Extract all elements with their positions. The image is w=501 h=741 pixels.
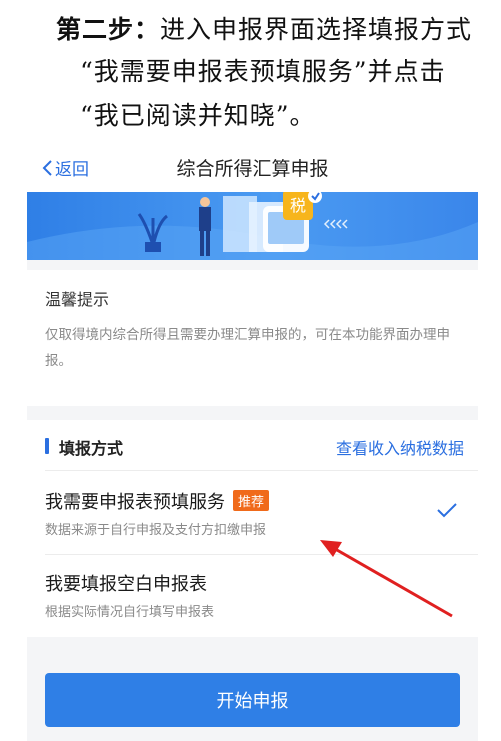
- check-icon: [437, 503, 457, 518]
- section-marker: [45, 438, 49, 454]
- option-subtitle: 数据来源于自行申报及支付方扣缴申报: [45, 523, 267, 538]
- page-title: 综合所得汇算申报: [176, 158, 329, 180]
- option-subtitle: 根据实际情况自行填写申报表: [45, 605, 215, 620]
- section-title: 填报方式: [59, 439, 124, 458]
- option-title: 我要填报空白申报表: [45, 574, 207, 595]
- divider: [45, 470, 478, 471]
- start-declaration-button[interactable]: 开始申报: [45, 673, 460, 727]
- tips-title: 温馨提示: [45, 290, 110, 309]
- app-screen: 返回 综合所得汇算申报 税 温馨提示 仅取得境内综合所得且需要办理汇算申报的，可…: [27, 140, 478, 741]
- recommended-badge: 推荐: [233, 490, 270, 511]
- divider: [45, 554, 478, 555]
- instruction-line-2: “我需要申报表预填服务”并点击: [80, 57, 446, 86]
- view-tax-data-link[interactable]: 查看收入纳税数据: [336, 435, 464, 459]
- option-blank-form[interactable]: 我要填报空白申报表 根据实际情况自行填写申报表: [27, 558, 478, 638]
- instruction-text: 第二步：进入申报界面选择填报方式 “我需要申报表预填服务”并点击 “我已阅读并知…: [0, 0, 501, 140]
- tips-text: 仅取得境内综合所得且需要办理汇算申报的，可在本功能界面办理申报。: [45, 327, 450, 369]
- instruction-line-1-rest: 进入申报界面选择填报方式: [160, 15, 473, 44]
- spacer: [27, 406, 478, 420]
- banner-image: 税: [27, 192, 478, 260]
- option-prefill-service[interactable]: 我需要申报表预填服务 推荐 数据来源于自行申报及支付方扣缴申报: [27, 476, 478, 556]
- tax-char: 税: [290, 196, 306, 215]
- instruction-line-3: “我已阅读并知晓”。: [80, 101, 316, 130]
- section-header: 填报方式 查看收入纳税数据: [27, 420, 478, 470]
- option-title-text: 我需要申报表预填服务: [45, 492, 225, 513]
- chevrons-left-icon: [323, 219, 348, 229]
- instruction-line-1: 第二步：进入申报界面选择填报方式: [56, 10, 472, 46]
- tax-icon: 税: [283, 192, 322, 220]
- option-title: 我需要申报表预填服务 推荐: [45, 488, 270, 514]
- step-label: 第二步：: [56, 15, 161, 44]
- spacer: [27, 260, 478, 270]
- nav-bar: 返回 综合所得汇算申报: [27, 140, 478, 192]
